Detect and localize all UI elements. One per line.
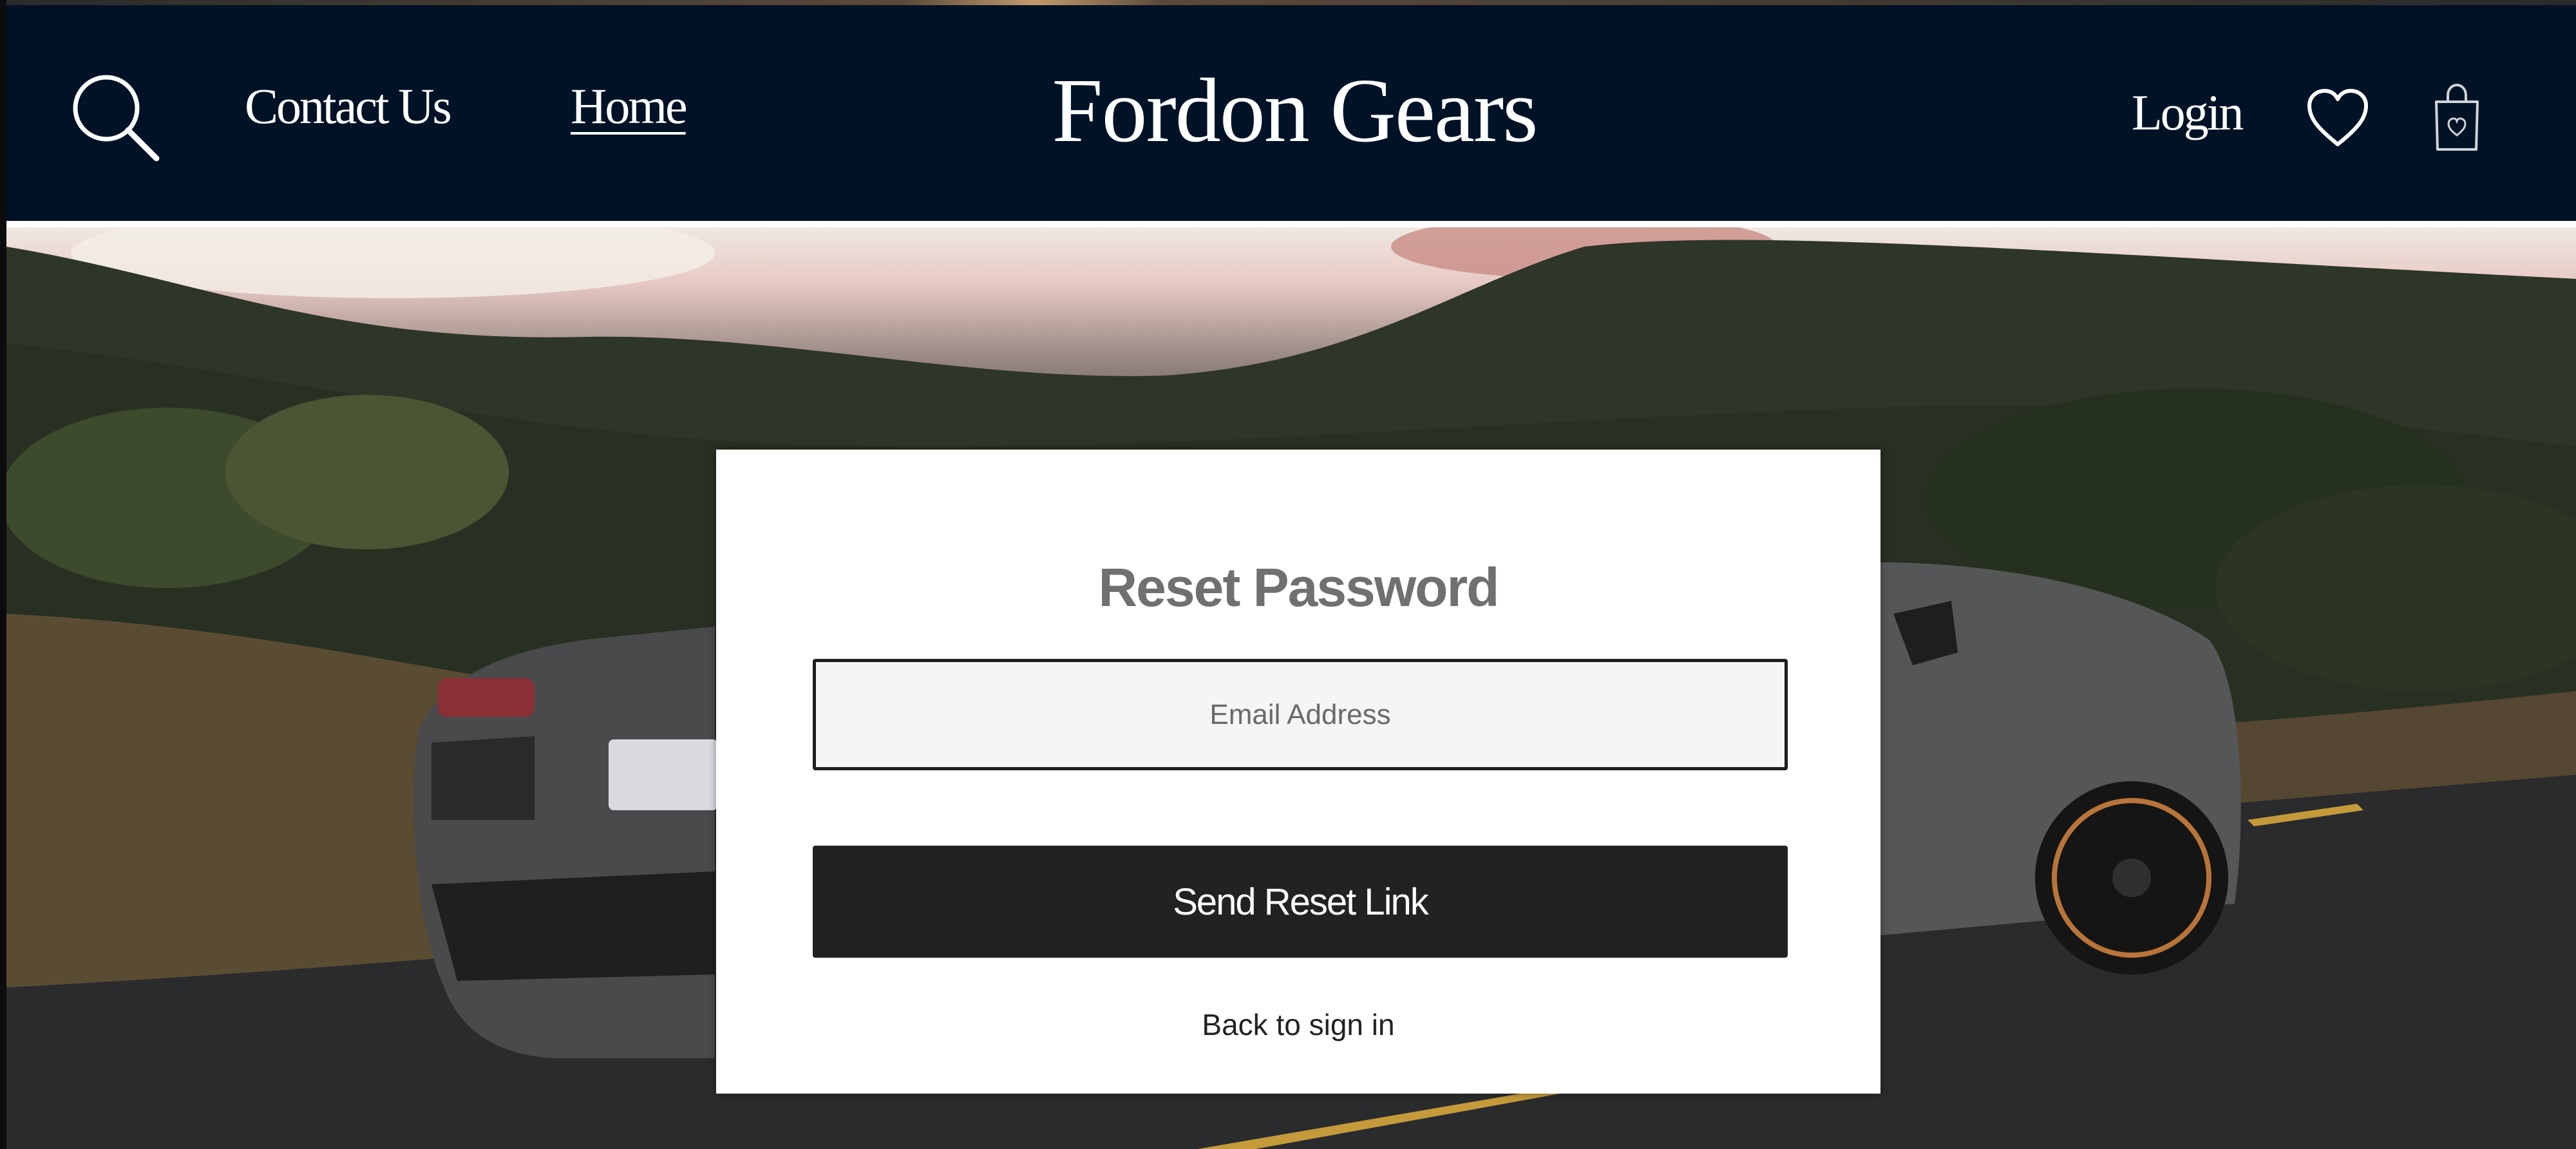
brand-logo[interactable]: Fordon Gears xyxy=(844,64,1745,156)
send-reset-link-button[interactable]: Send Reset Link xyxy=(813,846,1788,958)
search-icon xyxy=(73,75,160,162)
nav-home[interactable]: Home xyxy=(571,81,688,131)
shopping-bag-icon xyxy=(2435,83,2479,151)
header-divider xyxy=(6,221,2576,227)
site-header: Contact Us Home Fordon Gears Login xyxy=(6,5,2576,221)
wishlist-button[interactable] xyxy=(2306,88,2370,149)
heart-icon xyxy=(2307,89,2368,146)
cart-button[interactable] xyxy=(2431,82,2483,153)
reset-password-dialog: Reset Password Send Reset Link Back to s… xyxy=(716,450,1880,1094)
top-strip xyxy=(6,0,2576,5)
search-button[interactable] xyxy=(68,70,164,166)
login-link[interactable]: Login xyxy=(2132,88,2244,138)
email-field[interactable] xyxy=(813,659,1788,770)
dialog-title: Reset Password xyxy=(1098,557,1500,618)
page: Contact Us Home Fordon Gears Login Reset… xyxy=(6,0,2576,1149)
back-to-sign-in-link[interactable]: Back to sign in xyxy=(716,1010,1880,1040)
nav-contact-us[interactable]: Contact Us xyxy=(245,81,452,131)
